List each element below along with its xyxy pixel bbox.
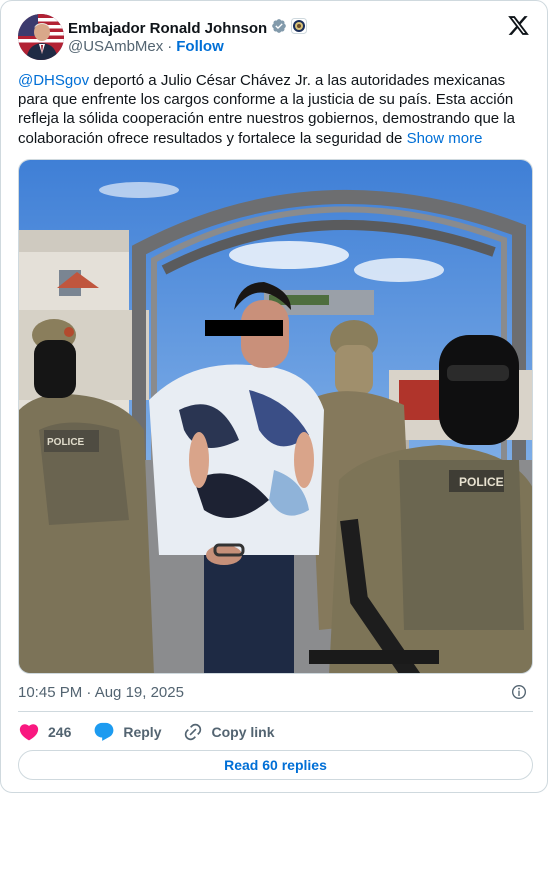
follow-button[interactable]: Follow xyxy=(176,38,224,56)
info-icon[interactable] xyxy=(511,684,527,700)
copy-link-button[interactable]: Copy link xyxy=(183,722,275,742)
author-handle-row: @USAmbMex · Follow xyxy=(68,38,224,56)
copy-link-label: Copy link xyxy=(211,724,275,740)
author-display-name[interactable]: Embajador Ronald Johnson xyxy=(68,20,267,38)
show-more-link[interactable]: Show more xyxy=(407,130,483,147)
reply-bubble-icon xyxy=(94,722,114,741)
tweet-timestamp[interactable]: 10:45 PM · Aug 19, 2025 xyxy=(18,684,184,702)
like-count: 246 xyxy=(48,724,72,740)
like-button[interactable]: 246 xyxy=(18,721,71,743)
tweet-photo[interactable]: POLICE POLICE xyxy=(18,159,533,674)
handle-separator: · xyxy=(167,38,173,55)
avatar[interactable] xyxy=(18,14,64,60)
author-handle[interactable]: @USAmbMex xyxy=(68,38,163,56)
verified-badge-icon xyxy=(271,18,287,39)
affiliate-seal-icon[interactable] xyxy=(291,18,308,39)
mention-link[interactable]: @DHSgov xyxy=(18,72,89,89)
heart-icon xyxy=(19,724,39,741)
reply-label: Reply xyxy=(123,724,162,740)
reply-button[interactable]: Reply xyxy=(93,721,161,743)
tweet-text: @DHSgov deportó a Julio César Chávez Jr.… xyxy=(18,71,538,148)
vest-label-left: POLICE xyxy=(47,437,85,448)
x-logo-icon[interactable] xyxy=(507,14,530,37)
author-name-row: Embajador Ronald Johnson xyxy=(68,18,308,39)
action-bar: 246 Reply Copy link xyxy=(18,721,297,743)
tweet-card: Embajador Ronald Johnson @USAmbMex · Fol… xyxy=(0,0,548,793)
read-replies-button[interactable]: Read 60 replies xyxy=(18,750,533,780)
divider xyxy=(18,711,533,712)
vest-label-right: POLICE xyxy=(459,475,504,489)
link-icon xyxy=(185,723,202,741)
